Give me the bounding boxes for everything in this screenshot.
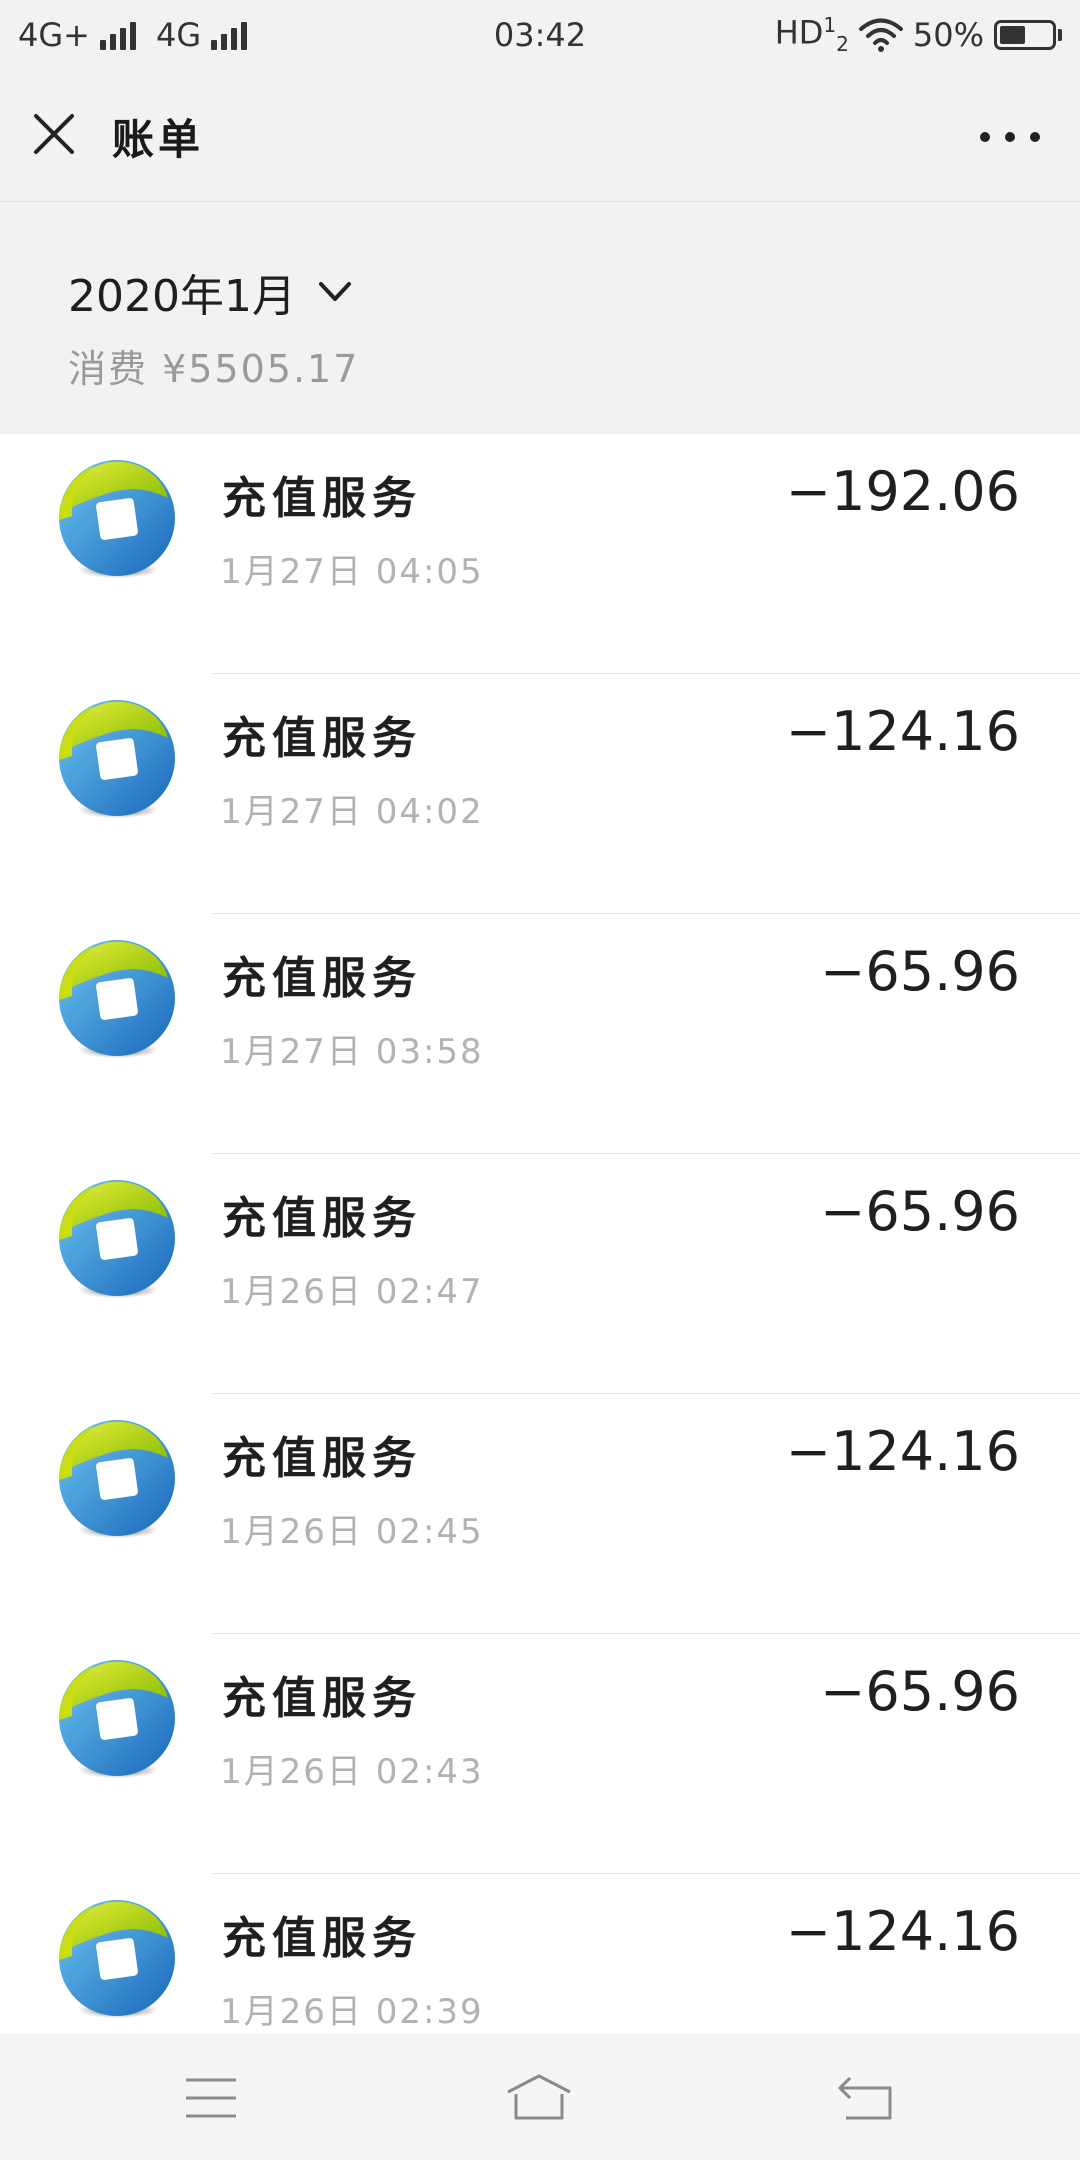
transaction-time: 1月26日 02:47 (220, 1272, 484, 1312)
transaction-time: 1月27日 04:02 (220, 792, 484, 832)
transaction-title: 充值服务 (222, 1913, 422, 1964)
page-title: 账单 (112, 115, 205, 164)
transaction-list: 充值服务 1月27日 04:05 −192.06 充值服务 1月27日 04:0… (0, 434, 1080, 2034)
close-button[interactable] (28, 108, 80, 160)
transaction-row[interactable]: 充值服务 1月27日 03:58 −65.96 (0, 914, 1080, 1154)
battery-level (1000, 25, 1025, 44)
app-logo-icon (56, 1898, 178, 2022)
transaction-time: 1月26日 02:39 (220, 1992, 484, 2032)
transaction-row[interactable]: 充值服务 1月26日 02:43 −65.96 (0, 1634, 1080, 1874)
hd-superscript: 1 (823, 13, 837, 38)
title-bar: 账单 (0, 70, 1080, 202)
transaction-title: 充值服务 (222, 1673, 422, 1724)
app-logo-icon (56, 1178, 178, 1302)
transaction-amount: −65.96 (820, 1660, 1020, 1723)
transaction-amount: −124.16 (785, 1420, 1020, 1483)
status-left: 4G+ 4G (18, 16, 257, 54)
month-selector[interactable]: 2020年1月 (68, 260, 352, 324)
more-icon (1030, 132, 1040, 142)
menu-icon (186, 2078, 236, 2118)
signal-icon (211, 20, 248, 50)
status-bar: 4G+ 4G 03:42 HD12 50% (0, 0, 1080, 70)
hd-subscript: 2 (836, 32, 849, 57)
chevron-down-icon (318, 282, 351, 301)
transaction-time: 1月26日 02:45 (220, 1512, 484, 1552)
battery-body (994, 19, 1056, 50)
close-icon (34, 114, 74, 154)
back-button[interactable] (832, 2070, 902, 2126)
month-label: 2020年1月 (68, 271, 296, 322)
battery-tip (1058, 28, 1062, 41)
back-icon (838, 2076, 892, 2120)
app-logo-icon (56, 458, 178, 582)
transaction-amount: −124.16 (785, 700, 1020, 763)
screen: 4G+ 4G 03:42 HD12 50% 账单 2020年1月 消费 ¥550… (0, 0, 1080, 2160)
app-logo-icon (56, 1658, 178, 1782)
transaction-amount: −124.16 (785, 1900, 1020, 1963)
more-button[interactable] (980, 122, 1040, 152)
network-label-1: 4G+ (18, 16, 90, 54)
app-logo-icon (56, 1418, 178, 1542)
battery-percent: 50% (912, 15, 984, 54)
signal-icon (99, 20, 136, 50)
home-button[interactable] (504, 2070, 574, 2126)
transaction-row[interactable]: 充值服务 1月26日 02:47 −65.96 (0, 1154, 1080, 1394)
navigation-bar (0, 2034, 1080, 2160)
transaction-title: 充值服务 (222, 473, 422, 524)
transaction-time: 1月27日 03:58 (220, 1032, 484, 1072)
hd-label: HD12 (775, 13, 849, 56)
transaction-row[interactable]: 充值服务 1月26日 02:39 −124.16 (0, 1874, 1080, 2034)
more-icon (1005, 132, 1015, 142)
month-summary: 2020年1月 消费 ¥5505.17 (0, 202, 1080, 434)
app-logo-icon (56, 698, 178, 822)
transaction-title: 充值服务 (222, 953, 422, 1004)
wifi-icon (858, 18, 903, 52)
transaction-title: 充值服务 (222, 713, 422, 764)
month-total: 消费 ¥5505.17 (68, 347, 360, 391)
transaction-row[interactable]: 充值服务 1月26日 02:45 −124.16 (0, 1394, 1080, 1634)
transaction-title: 充值服务 (222, 1433, 422, 1484)
more-icon (980, 132, 990, 142)
app-logo-icon (56, 938, 178, 1062)
menu-button[interactable] (176, 2070, 246, 2126)
transaction-time: 1月27日 04:05 (220, 552, 484, 592)
home-icon (507, 2074, 571, 2120)
transaction-time: 1月26日 02:43 (220, 1752, 484, 1792)
transaction-row[interactable]: 充值服务 1月27日 04:05 −192.06 (0, 434, 1080, 674)
battery-icon (994, 19, 1062, 50)
transaction-amount: −65.96 (820, 1180, 1020, 1243)
transaction-title: 充值服务 (222, 1193, 422, 1244)
transaction-amount: −192.06 (785, 460, 1020, 523)
status-right: HD12 50% (775, 13, 1062, 57)
hd-text: HD (774, 14, 824, 53)
transaction-row[interactable]: 充值服务 1月27日 04:02 −124.16 (0, 674, 1080, 914)
transaction-amount: −65.96 (820, 940, 1020, 1003)
network-label-2: 4G (155, 16, 202, 54)
